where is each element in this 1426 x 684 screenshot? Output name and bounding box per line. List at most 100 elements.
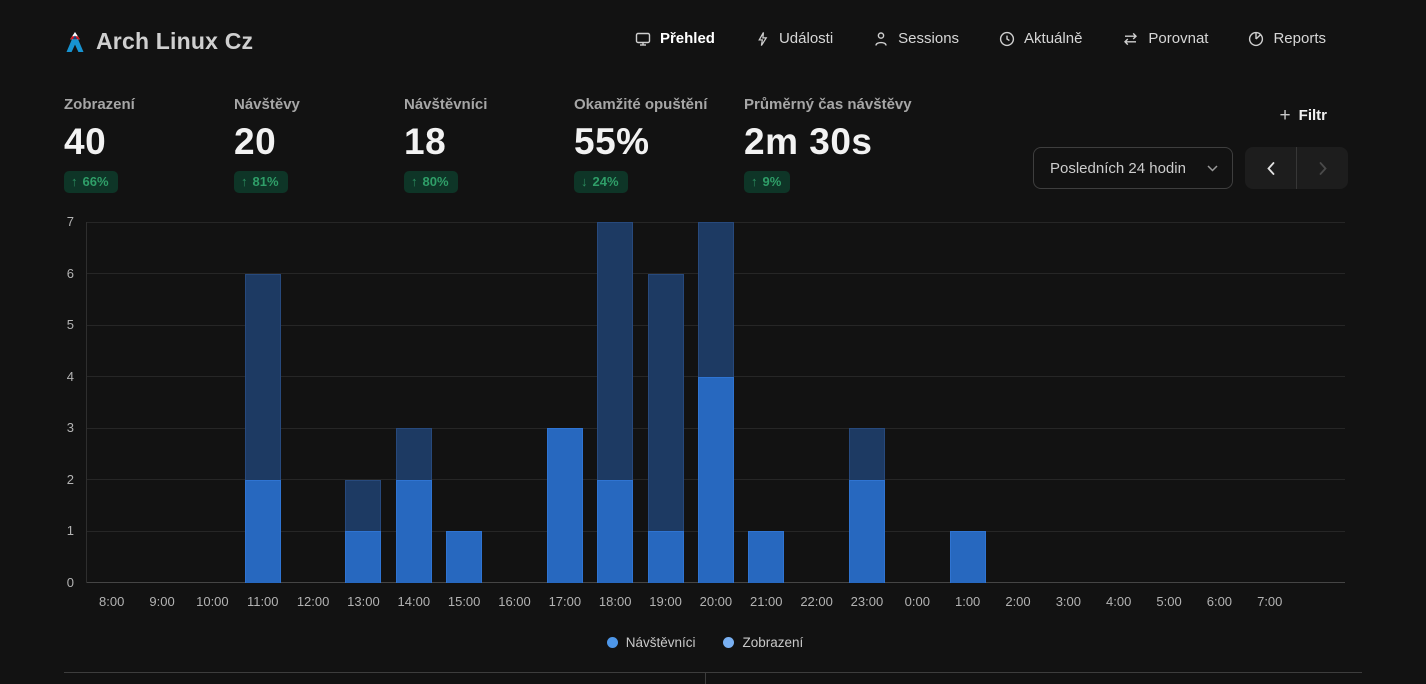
stat-change-badge: ↑80% — [404, 171, 458, 193]
stat-label: Průměrný čas návštěvy — [744, 96, 912, 113]
stat-label: Návštěvy — [234, 96, 404, 113]
brand[interactable]: Arch Linux Cz — [64, 28, 253, 55]
prev-button[interactable] — [1245, 147, 1296, 189]
stat-navstevnici: Návštěvníci 18 ↑80% — [404, 96, 574, 193]
stat-change-badge: ↑81% — [234, 171, 288, 193]
x-tick-label: 0:00 — [889, 594, 945, 609]
stat-value: 18 — [404, 123, 574, 160]
y-tick-label: 1 — [34, 523, 74, 538]
clock-icon — [999, 31, 1015, 47]
nav-item-prehled[interactable]: Přehled — [635, 30, 715, 47]
nav-item-aktualne[interactable]: Aktuálně — [999, 30, 1082, 47]
chevron-right-icon — [1319, 162, 1327, 175]
stat-change-badge: ↑9% — [744, 171, 790, 193]
stat-label: Návštěvníci — [404, 96, 574, 113]
x-tick-label: 16:00 — [487, 594, 543, 609]
arrow-down-icon: ↓ — [581, 174, 588, 189]
x-tick-label: 7:00 — [1242, 594, 1298, 609]
stat-change-badge: ↓24% — [574, 171, 628, 193]
stat-change-badge: ↑66% — [64, 171, 118, 193]
x-tick-label: 5:00 — [1141, 594, 1197, 609]
bottom-panels-divider — [64, 672, 1362, 683]
y-axis-line — [86, 222, 87, 583]
legend-label: Zobrazení — [742, 635, 803, 650]
metrics-bar: Zobrazení 40 ↑66% Návštěvy 20 ↑81% Návšt… — [64, 96, 912, 193]
filter-button[interactable]: + Filtr — [1280, 106, 1327, 125]
lightning-icon — [755, 31, 770, 47]
legend-item-navstevnici[interactable]: Návštěvníci — [607, 635, 696, 650]
legend-item-zobrazeni[interactable]: Zobrazení — [723, 635, 803, 650]
legend-dot-icon — [607, 637, 618, 648]
site-title: Arch Linux Cz — [96, 28, 253, 55]
x-tick-label: 21:00 — [738, 594, 794, 609]
nav-label: Reports — [1273, 30, 1326, 47]
x-tick-label: 15:00 — [436, 594, 492, 609]
date-range-select[interactable]: Posledních 24 hodin — [1033, 147, 1233, 189]
y-tick-label: 2 — [34, 472, 74, 487]
bar-návštěvníci-23:00[interactable] — [849, 480, 885, 583]
bar-návštěvníci-13:00[interactable] — [345, 531, 381, 583]
y-tick-label: 6 — [34, 266, 74, 281]
stat-value: 40 — [64, 123, 234, 160]
x-tick-label: 9:00 — [134, 594, 190, 609]
bar-návštěvníci-19:00[interactable] — [648, 531, 684, 583]
user-icon — [873, 31, 889, 47]
bar-návštěvníci-20:00[interactable] — [698, 377, 734, 583]
nav-item-udalosti[interactable]: Události — [755, 30, 833, 47]
bar-návštěvníci-21:00[interactable] — [748, 531, 784, 583]
bar-návštěvníci-14:00[interactable] — [396, 480, 432, 583]
nav-label: Přehled — [660, 30, 715, 47]
date-pager — [1245, 147, 1348, 189]
compare-arrows-icon — [1122, 31, 1139, 47]
legend-dot-icon — [723, 637, 734, 648]
bar-návštěvníci-18:00[interactable] — [597, 480, 633, 583]
arrow-up-icon: ↑ — [751, 174, 758, 189]
chevron-down-icon — [1207, 165, 1218, 172]
y-tick-label: 4 — [34, 369, 74, 384]
nav-item-sessions[interactable]: Sessions — [873, 30, 959, 47]
stat-navstevy: Návštěvy 20 ↑81% — [234, 96, 404, 193]
stat-value: 2m 30s — [744, 123, 912, 160]
chevron-left-icon — [1267, 162, 1275, 175]
stat-okamzite-opusteni: Okamžité opuštění 55% ↓24% — [574, 96, 744, 193]
bottom-panels-column-divider — [705, 673, 706, 684]
date-range-value: Posledních 24 hodin — [1050, 160, 1186, 177]
x-tick-label: 2:00 — [990, 594, 1046, 609]
stat-value: 20 — [234, 123, 404, 160]
nav-item-porovnat[interactable]: Porovnat — [1122, 30, 1208, 47]
y-tick-label: 0 — [34, 575, 74, 590]
stat-zobrazeni: Zobrazení 40 ↑66% — [64, 96, 234, 193]
x-tick-label: 23:00 — [839, 594, 895, 609]
bar-návštěvníci-1:00[interactable] — [950, 531, 986, 583]
nav-item-reports[interactable]: Reports — [1248, 30, 1326, 47]
next-button[interactable] — [1297, 147, 1348, 189]
stat-label: Okamžité opuštění — [574, 96, 744, 113]
x-tick-label: 13:00 — [335, 594, 391, 609]
x-tick-label: 6:00 — [1191, 594, 1247, 609]
x-tick-label: 18:00 — [587, 594, 643, 609]
x-tick-label: 12:00 — [285, 594, 341, 609]
x-tick-label: 8:00 — [84, 594, 140, 609]
x-tick-label: 19:00 — [638, 594, 694, 609]
visitors-bar-chart[interactable]: 012345678:009:0010:0011:0012:0013:0014:0… — [86, 222, 1345, 583]
x-tick-label: 4:00 — [1091, 594, 1147, 609]
stat-value: 55% — [574, 123, 744, 160]
chart-legend: Návštěvníci Zobrazení — [0, 635, 1410, 650]
header: Arch Linux Cz Přehled Události — [0, 0, 1426, 88]
nav-label: Události — [779, 30, 833, 47]
y-tick-label: 7 — [34, 214, 74, 229]
y-tick-label: 5 — [34, 317, 74, 332]
arrow-up-icon: ↑ — [241, 174, 248, 189]
y-tick-label: 3 — [34, 420, 74, 435]
main-nav: Přehled Události Sessions — [635, 30, 1326, 47]
bar-návštěvníci-15:00[interactable] — [446, 531, 482, 583]
x-tick-label: 20:00 — [688, 594, 744, 609]
bar-návštěvníci-11:00[interactable] — [245, 480, 281, 583]
nav-label: Aktuálně — [1024, 30, 1082, 47]
bar-návštěvníci-17:00[interactable] — [547, 428, 583, 583]
x-tick-label: 10:00 — [184, 594, 240, 609]
x-tick-label: 22:00 — [789, 594, 845, 609]
nav-label: Sessions — [898, 30, 959, 47]
nav-label: Porovnat — [1148, 30, 1208, 47]
x-tick-label: 17:00 — [537, 594, 593, 609]
